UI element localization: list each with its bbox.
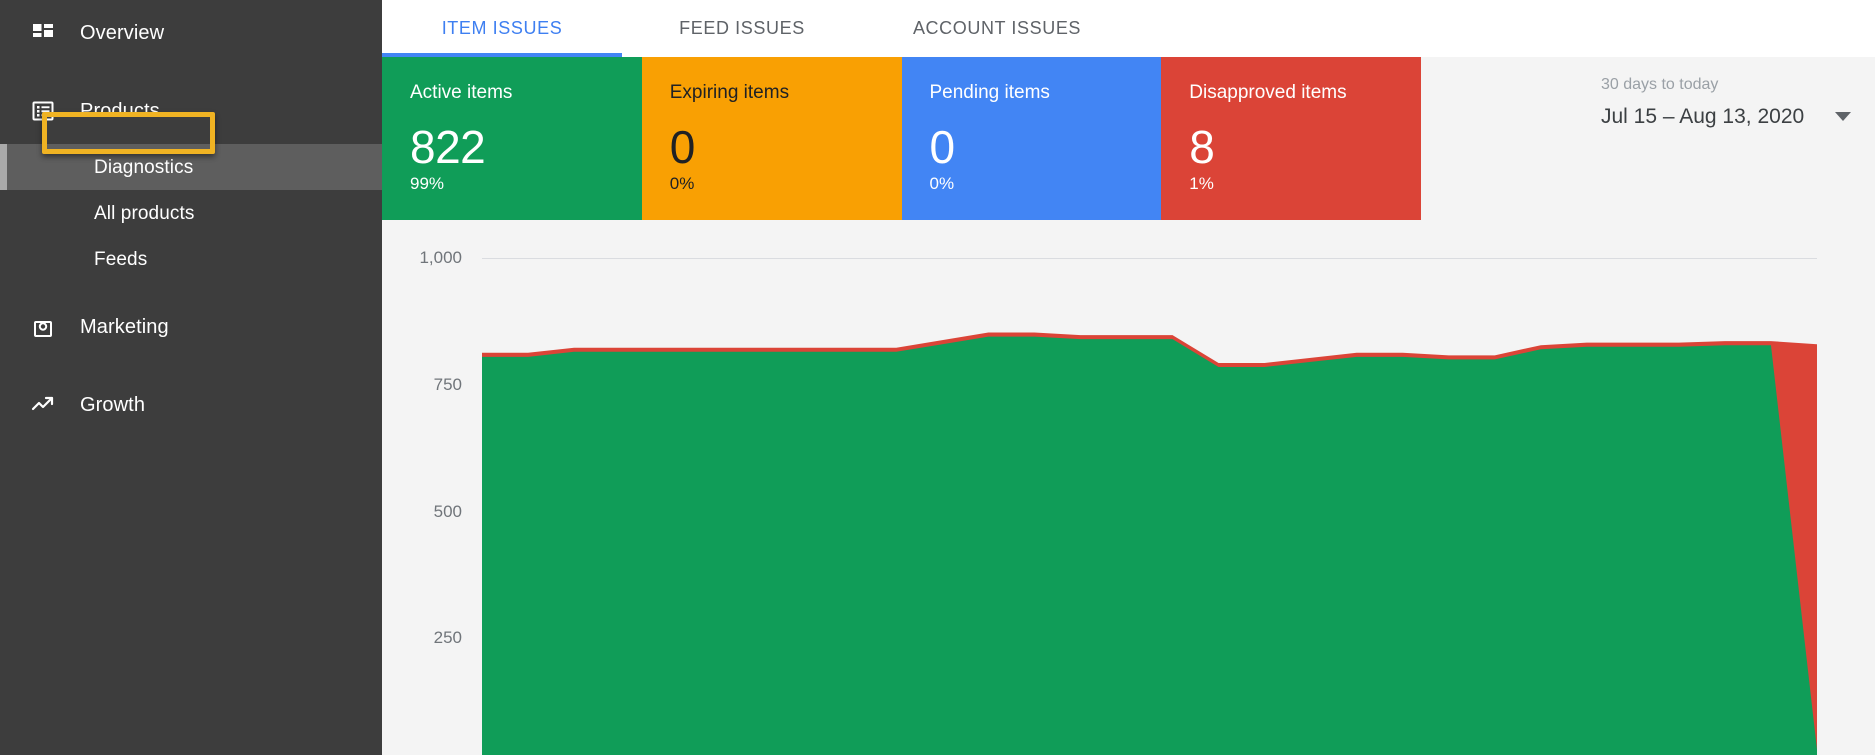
sidebar-item-growth[interactable]: Growth bbox=[0, 372, 382, 438]
sidebar-item-label: Feeds bbox=[94, 250, 147, 269]
sidebar-item-label: Marketing bbox=[80, 317, 169, 337]
sidebar-item-label: Products bbox=[80, 101, 160, 121]
sidebar-item-label: Overview bbox=[80, 23, 164, 43]
sidebar-spacer bbox=[0, 66, 382, 78]
card-value: 822 bbox=[410, 124, 614, 170]
card-value: 8 bbox=[1189, 124, 1393, 170]
sidebar-item-label: Growth bbox=[80, 395, 145, 415]
summary-cards: Active items 822 99% Expiring items 0 0%… bbox=[382, 57, 1421, 220]
tab-label: FEED ISSUES bbox=[679, 18, 805, 39]
card-percent: 99% bbox=[410, 174, 444, 194]
card-title: Disapproved items bbox=[1189, 83, 1393, 102]
card-active-items[interactable]: Active items 822 99% bbox=[382, 57, 642, 220]
date-range-sublabel: 30 days to today bbox=[1601, 77, 1853, 93]
dashboard-icon bbox=[30, 20, 56, 46]
date-range-picker[interactable]: 30 days to today Jul 15 – Aug 13, 2020 bbox=[1601, 77, 1853, 127]
sidebar-item-overview[interactable]: Overview bbox=[0, 0, 382, 66]
tab-bar: ITEM ISSUES FEED ISSUES ACCOUNT ISSUES bbox=[382, 0, 1875, 57]
sidebar: Overview Products Diagnostics All bbox=[0, 0, 382, 755]
chart-svg bbox=[482, 220, 1817, 755]
tab-label: ACCOUNT ISSUES bbox=[913, 18, 1081, 39]
chart-area-series bbox=[482, 337, 1817, 755]
chart-y-tick: 500 bbox=[434, 502, 462, 522]
card-percent: 0% bbox=[930, 174, 955, 194]
card-value: 0 bbox=[930, 124, 1134, 170]
date-range-row: Jul 15 – Aug 13, 2020 bbox=[1601, 106, 1853, 127]
tab-label: ITEM ISSUES bbox=[442, 18, 563, 39]
main-content: ITEM ISSUES FEED ISSUES ACCOUNT ISSUES A… bbox=[382, 0, 1875, 755]
card-title: Active items bbox=[410, 83, 614, 102]
date-range-value: Jul 15 – Aug 13, 2020 bbox=[1601, 106, 1804, 127]
sidebar-spacer bbox=[0, 360, 382, 372]
sidebar-item-marketing[interactable]: Marketing bbox=[0, 294, 382, 360]
card-pending-items[interactable]: Pending items 0 0% bbox=[902, 57, 1162, 220]
card-percent: 0% bbox=[670, 174, 695, 194]
sidebar-spacer bbox=[0, 282, 382, 294]
chart-zone: 1,0007505002500 bbox=[382, 220, 1875, 755]
chart-y-axis: 1,0007505002500 bbox=[382, 220, 474, 755]
tab-account-issues[interactable]: ACCOUNT ISSUES bbox=[862, 0, 1132, 57]
tab-feed-issues[interactable]: FEED ISSUES bbox=[622, 0, 862, 57]
shopping-bag-icon bbox=[30, 314, 56, 340]
tab-item-issues[interactable]: ITEM ISSUES bbox=[382, 0, 622, 57]
sidebar-item-diagnostics[interactable]: Diagnostics bbox=[0, 144, 382, 190]
tab-bar-filler bbox=[1132, 0, 1875, 57]
sidebar-item-label: Diagnostics bbox=[94, 158, 193, 177]
card-expiring-items[interactable]: Expiring items 0 0% bbox=[642, 57, 902, 220]
card-disapproved-items[interactable]: Disapproved items 8 1% bbox=[1161, 57, 1421, 220]
sidebar-item-feeds[interactable]: Feeds bbox=[0, 236, 382, 282]
chart-y-tick: 750 bbox=[434, 375, 462, 395]
card-title: Pending items bbox=[930, 83, 1134, 102]
chart-y-tick: 1,000 bbox=[419, 248, 462, 268]
sidebar-item-all-products[interactable]: All products bbox=[0, 190, 382, 236]
summary-cards-zone: Active items 822 99% Expiring items 0 0%… bbox=[382, 57, 1875, 220]
card-title: Expiring items bbox=[670, 83, 874, 102]
chart-plot-area bbox=[482, 220, 1817, 755]
sidebar-item-products[interactable]: Products bbox=[0, 78, 382, 144]
card-percent: 1% bbox=[1189, 174, 1214, 194]
items-over-time-chart: 1,0007505002500 bbox=[382, 220, 1875, 755]
chevron-down-icon[interactable] bbox=[1835, 112, 1851, 121]
app-root: Overview Products Diagnostics All bbox=[0, 0, 1875, 755]
sidebar-item-label: All products bbox=[94, 204, 194, 223]
trending-up-icon bbox=[30, 392, 56, 418]
chart-y-tick: 250 bbox=[434, 628, 462, 648]
list-icon bbox=[30, 98, 56, 124]
card-value: 0 bbox=[670, 124, 874, 170]
